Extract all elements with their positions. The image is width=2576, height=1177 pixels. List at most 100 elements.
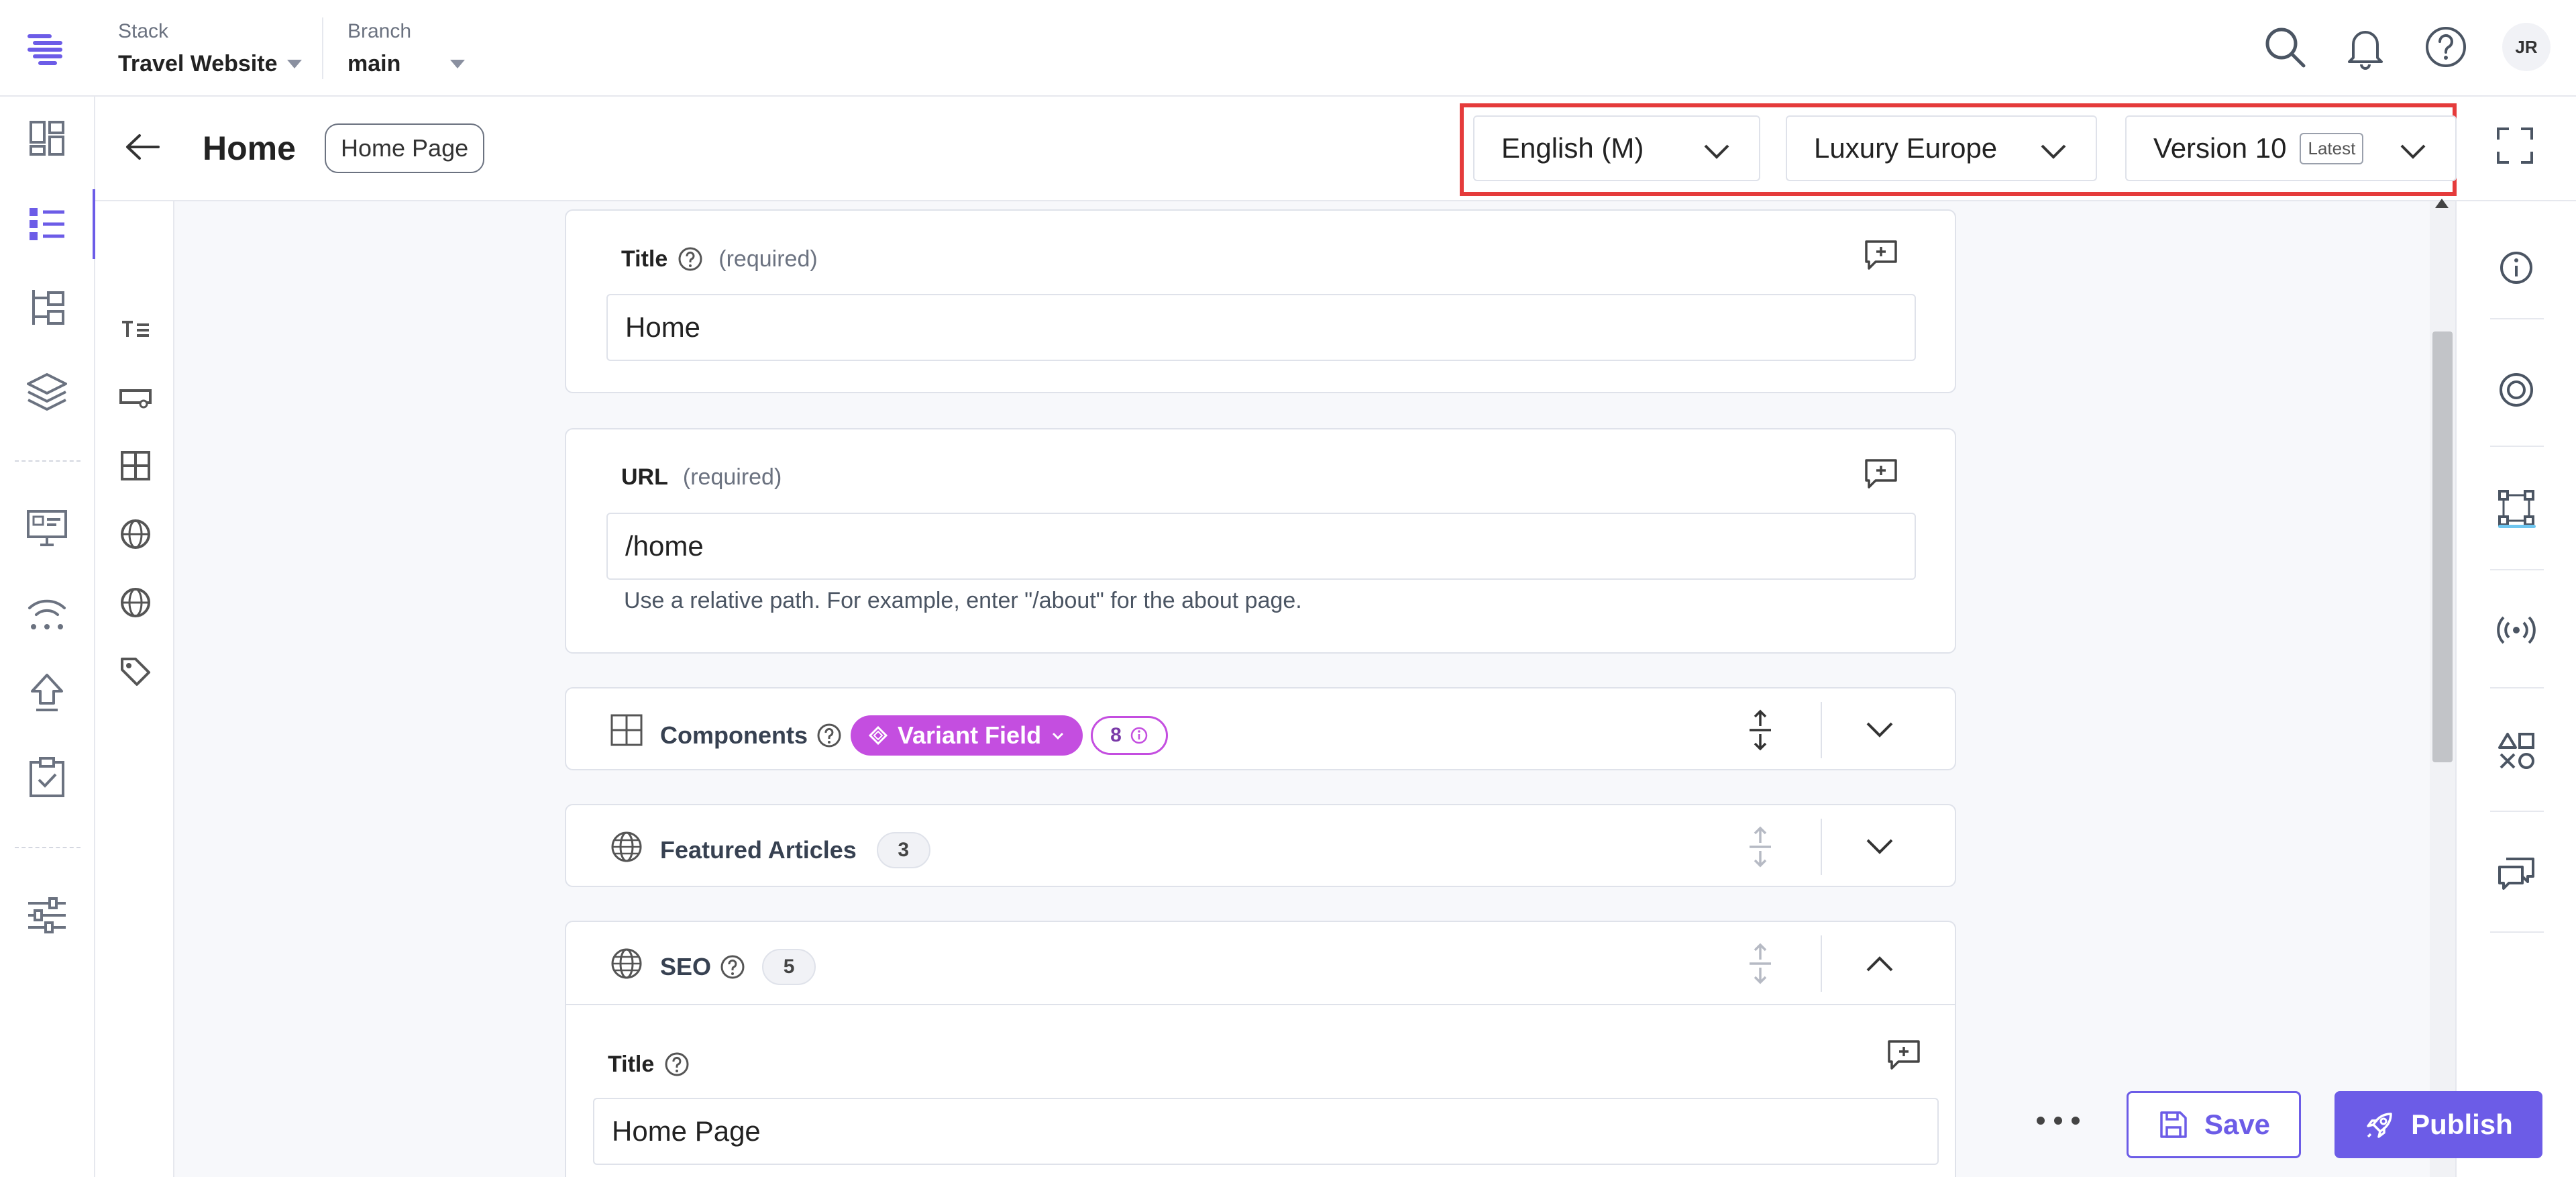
caret-down-icon xyxy=(286,60,302,68)
help-circle-icon[interactable] xyxy=(816,722,843,749)
version-dropdown[interactable]: Version 10 Latest xyxy=(2125,115,2457,181)
required-indicator: (required) xyxy=(718,246,818,272)
settings-sliders-icon[interactable] xyxy=(24,892,70,938)
stack-label: Stack xyxy=(118,20,169,42)
text-field-icon[interactable] xyxy=(118,311,153,346)
seo-title-input[interactable]: Home Page xyxy=(593,1098,1939,1165)
stack-selector[interactable]: Stack Travel Website xyxy=(118,20,302,77)
components-group[interactable]: Components Variant Field 8 xyxy=(565,687,1956,770)
chevron-down-icon xyxy=(2400,144,2426,159)
expand-collapse-icon[interactable] xyxy=(1740,825,1780,868)
rail-divider xyxy=(2490,569,2544,570)
globe-icon xyxy=(611,948,642,979)
seo-group-header[interactable]: SEO 5 xyxy=(566,922,1955,1005)
url-label-text: URL xyxy=(621,464,668,490)
add-comment-icon[interactable] xyxy=(1862,455,1900,493)
components-label: Components xyxy=(660,721,808,749)
url-input[interactable]: /home xyxy=(606,513,1916,580)
globe-icon xyxy=(611,831,642,862)
publish-button[interactable]: Publish xyxy=(2334,1091,2542,1158)
chat-icon[interactable] xyxy=(2496,852,2537,894)
scrollbar-thumb[interactable] xyxy=(2432,331,2453,762)
entries-icon[interactable] xyxy=(24,200,70,246)
version-value: Version 10 xyxy=(2153,132,2287,164)
variant-diamond-icon xyxy=(868,725,888,746)
required-indicator: (required) xyxy=(682,464,782,490)
save-button[interactable]: Save xyxy=(2127,1091,2301,1158)
add-comment-icon[interactable] xyxy=(1885,1036,1923,1074)
divider xyxy=(322,17,323,79)
expand-collapse-icon[interactable] xyxy=(1740,709,1780,752)
divider xyxy=(1821,702,1822,758)
rail-divider xyxy=(2490,318,2544,319)
chevron-down-icon xyxy=(1053,732,1064,740)
variants-icon[interactable] xyxy=(2496,487,2537,529)
branch-selector[interactable]: Branch main xyxy=(347,20,466,77)
shapes-icon[interactable] xyxy=(2496,730,2537,772)
chevron-down-icon[interactable] xyxy=(1862,831,1897,863)
upload-icon[interactable] xyxy=(24,670,70,715)
grid-icon[interactable] xyxy=(118,448,153,483)
title-field-label: Title (required) xyxy=(621,246,818,272)
task-list-icon[interactable] xyxy=(24,754,70,800)
link-field-icon[interactable] xyxy=(118,380,153,415)
url-hint-text: Use a relative path. For example, enter … xyxy=(624,588,1302,613)
publish-label: Publish xyxy=(2411,1109,2513,1140)
seo-title: SEO 5 xyxy=(660,949,816,985)
help-circle-icon[interactable] xyxy=(719,954,746,980)
url-field-card: URL (required) /home Use a relative path… xyxy=(565,428,1956,654)
content-models-icon[interactable] xyxy=(24,285,70,330)
target-icon[interactable] xyxy=(2496,369,2537,411)
left-nav xyxy=(0,97,95,1177)
monitor-icon[interactable] xyxy=(24,505,70,550)
seo-title-label-text: Title xyxy=(608,1051,655,1077)
title-label-text: Title xyxy=(621,246,668,272)
rail-divider xyxy=(2490,811,2544,812)
featured-count-badge: 3 xyxy=(876,832,930,868)
chevron-down-icon xyxy=(1704,144,1729,159)
wifi-icon[interactable] xyxy=(24,589,70,635)
chevron-down-icon[interactable] xyxy=(1862,714,1897,746)
grid-icon xyxy=(610,714,643,746)
rail-divider xyxy=(2490,446,2544,447)
nav-divider xyxy=(15,460,80,462)
help-circle-icon[interactable] xyxy=(677,246,704,272)
search-icon[interactable] xyxy=(2261,23,2309,71)
app-logo-icon[interactable] xyxy=(25,27,68,70)
help-icon[interactable] xyxy=(2422,23,2470,71)
seo-label: SEO xyxy=(660,953,712,980)
expand-collapse-icon[interactable] xyxy=(1740,942,1780,985)
content-type-badge[interactable]: Home Page xyxy=(325,123,485,173)
broadcast-icon[interactable] xyxy=(2496,609,2537,651)
seo-group: SEO 5 Title Home Page xyxy=(565,921,1956,1177)
scroll-up-arrow[interactable] xyxy=(2435,199,2449,208)
add-comment-icon[interactable] xyxy=(1862,236,1900,274)
locale-dropdown[interactable]: English (M) xyxy=(1473,115,1760,181)
save-icon xyxy=(2160,1111,2187,1138)
variant-dropdown[interactable]: Luxury Europe xyxy=(1786,115,2097,181)
bell-icon[interactable] xyxy=(2341,23,2390,71)
globe-icon[interactable] xyxy=(118,585,153,620)
components-count-badge[interactable]: 8 xyxy=(1091,716,1168,755)
avatar[interactable]: JR xyxy=(2502,23,2551,71)
featured-articles-group[interactable]: Featured Articles 3 xyxy=(565,804,1956,887)
rail-divider xyxy=(2490,687,2544,688)
more-options-icon[interactable] xyxy=(2037,1107,2080,1134)
globe-icon[interactable] xyxy=(118,517,153,552)
info-icon[interactable] xyxy=(2496,247,2537,289)
page-title: Home xyxy=(203,130,296,167)
title-input[interactable]: Home xyxy=(606,294,1916,361)
seo-count-badge: 5 xyxy=(762,949,816,985)
fullscreen-icon[interactable] xyxy=(2494,125,2536,166)
help-circle-icon[interactable] xyxy=(663,1051,690,1078)
tag-icon[interactable] xyxy=(118,654,153,688)
rail-active-indicator xyxy=(2498,525,2536,528)
variant-field-label: Variant Field xyxy=(898,721,1042,749)
layers-icon[interactable] xyxy=(24,369,70,415)
seo-title-field-label: Title xyxy=(608,1051,690,1078)
divider xyxy=(1821,819,1822,875)
chevron-up-icon[interactable] xyxy=(1862,948,1897,980)
variant-field-badge[interactable]: Variant Field xyxy=(851,715,1083,756)
back-arrow-icon[interactable] xyxy=(122,126,164,168)
dashboard-icon[interactable] xyxy=(24,115,70,161)
